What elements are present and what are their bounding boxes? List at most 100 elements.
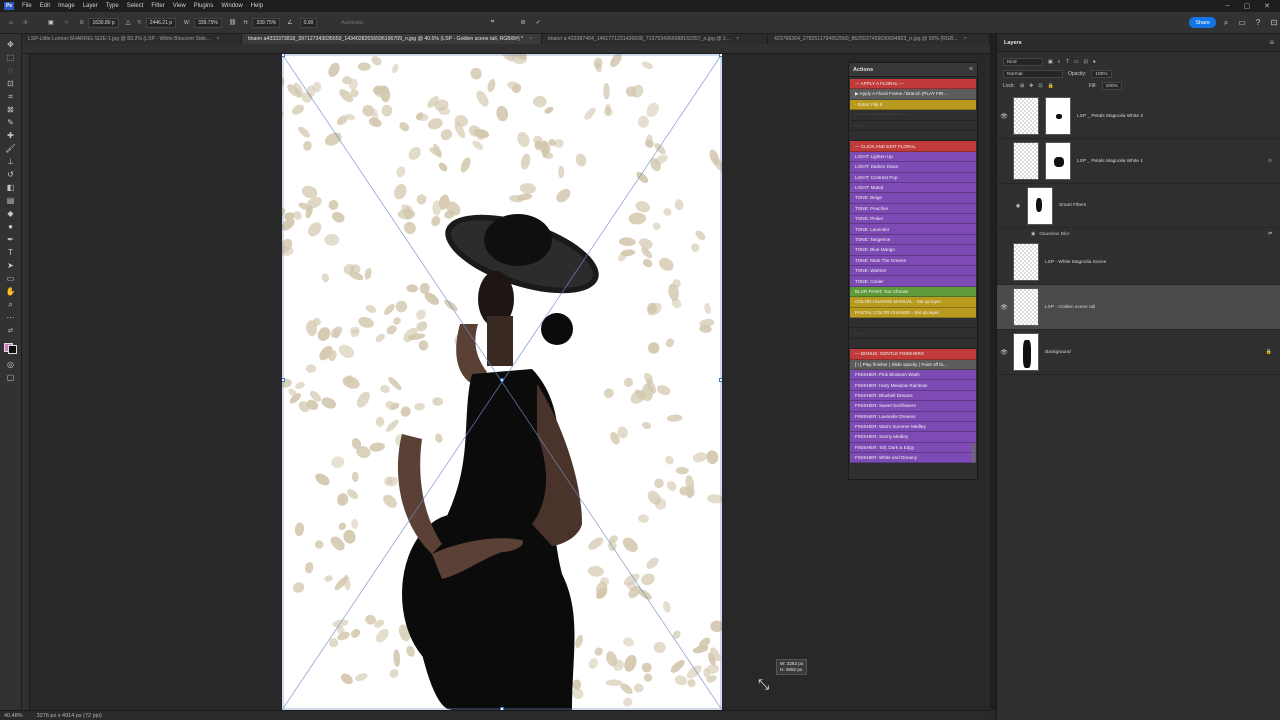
action-item[interactable]: FINISHER: Pink Blossom Wash [850,369,976,381]
fill-field[interactable]: 100% [1101,82,1122,90]
more-tools-icon[interactable]: ⋯ [5,313,17,323]
action-item[interactable]: TONE: Beige [850,193,976,204]
action-item[interactable]: - - - [850,121,976,131]
minimize-button[interactable]: – [1226,2,1230,10]
action-item[interactable]: TONE: Pinker [850,214,976,225]
close-icon[interactable]: × [736,36,739,42]
angle-field[interactable]: 0.00 [299,17,318,28]
stamp-tool-icon[interactable]: ⊥ [5,157,17,167]
action-item[interactable]: FINISHER: Hazy Meadow Rainbow [850,380,976,391]
blend-mode-dropdown[interactable]: Normal [1003,70,1063,78]
action-item[interactable] [850,318,976,329]
document-size[interactable]: 3276 px x 4914 px (72 ppi) [37,713,102,719]
panel-menu-icon[interactable]: ≡ [969,66,973,73]
history-brush-tool-icon[interactable]: ↺ [5,170,17,180]
reference-point-icon[interactable]: ⁘ [61,17,72,29]
filter-smart-icon[interactable]: ⊡ [1084,59,1088,65]
filter-eye-icon[interactable]: ◉ [1031,232,1035,237]
gaussian-blur-filter-row[interactable]: ◉ Gaussian Blur ⇌ [997,228,1280,240]
opacity-field[interactable]: 100% [1091,70,1112,78]
action-item[interactable]: FINISHER: Sunny Medley [850,432,976,443]
action-item[interactable]: TONE: Warmer [850,266,976,277]
filter-name[interactable]: Gaussian Blur [1039,232,1069,237]
action-item[interactable]: TONE: Lavender [850,224,976,235]
visibility-eye-icon[interactable]: 👁 [997,158,1011,165]
menu-type[interactable]: Type [102,3,123,9]
menu-help[interactable]: Help [247,3,267,9]
layer-row[interactable]: 👁 LSP _ Petals Magnolia White 2 [997,94,1280,139]
healing-tool-icon[interactable]: ✚ [5,131,17,141]
lasso-tool-icon[interactable]: ◌ [5,66,17,76]
document-canvas[interactable] [282,54,722,710]
blur-tool-icon[interactable]: ◆ [5,209,17,219]
maximize-button[interactable]: ▢ [1244,2,1251,10]
shape-tool-icon[interactable]: ▭ [5,274,17,284]
filter-options-icon[interactable]: ⇌ [1268,232,1272,237]
actions-scrollbar[interactable] [972,443,975,463]
triangle-icon[interactable]: △ [123,17,134,29]
layer-mask-thumbnail[interactable] [1045,97,1071,135]
action-item[interactable]: --- BONUS: GENTLE FINISHERS [850,349,976,360]
layer-kind-filter[interactable]: Kind [1003,58,1043,66]
frame-tool-icon[interactable]: ⊠ [5,105,17,115]
action-item[interactable]: - - - - - - - - - - - - - - - - - - - - [850,110,976,121]
action-item[interactable]: TONE: Tangerine [850,234,976,246]
action-item[interactable]: LIGHT: Contrast Pop [850,172,976,183]
cancel-transform-icon[interactable]: ⊘ [518,17,529,29]
quick-mask-icon[interactable]: ◎ [5,360,17,370]
smart-filters-row[interactable]: ◉ Smart Filters [997,184,1280,228]
lock-artboard-icon[interactable]: ⊡ [1038,83,1042,89]
action-item[interactable]: LIGHT: Lighten Up [850,151,976,163]
gradient-tool-icon[interactable]: ▤ [5,196,17,206]
action-item[interactable]: TONE: Peachier [850,203,976,215]
action-item[interactable]: [ ! ] Play finisher | Slide opacity | Pa… [850,359,976,370]
action-item[interactable]: TONE: Mute The Greens [850,255,976,267]
action-item[interactable]: FINISHER: Tall, Dark & Edgy [850,442,976,454]
lock-all-icon[interactable]: 🔒 [1048,83,1054,89]
zoom-tool-icon[interactable]: ⌕ [5,300,17,310]
share-button[interactable]: Share [1189,17,1216,28]
action-item[interactable]: TONE: Cooler [850,276,976,287]
interpolation-dropdown[interactable]: Automatic [341,20,363,26]
eraser-tool-icon[interactable]: ◧ [5,183,17,193]
action-item[interactable]: FINISHER: Warm Summer Medley [850,421,976,433]
move-tool-preset-icon[interactable]: ⊹ [20,17,31,29]
canvas-area[interactable] [30,54,990,710]
background-color-swatch[interactable] [8,345,17,354]
link-icon[interactable]: ⛓ [226,17,240,29]
layer-name[interactable]: Smart Filters [1059,203,1086,208]
zoom-level[interactable]: 40.48% [4,713,23,719]
menu-edit[interactable]: Edit [36,3,54,9]
menu-file[interactable]: File [18,3,36,9]
layer-row[interactable]: 👁 LSP - Golden scene tall [997,285,1280,330]
crop-tool-icon[interactable]: ⌗ [5,92,17,102]
transform-handle-middle-left[interactable] [282,378,285,382]
action-item[interactable]: PASTAL COLOR CHANGE - Set up layer [850,307,976,318]
search-icon[interactable]: ⌕ [1220,18,1232,28]
menu-window[interactable]: Window [217,3,246,9]
visibility-eye-icon[interactable]: 👁 [997,113,1011,120]
visibility-eye-icon[interactable]: 👁 [997,259,1011,266]
layer-name[interactable]: LSP - Golden scene tall [1045,305,1095,310]
horizontal-ruler[interactable] [22,44,990,54]
filter-shape-icon[interactable]: ▭ [1074,59,1079,65]
action-item[interactable]: ▶ Apply A Floral Frame / Branch (PLAY FI… [850,89,976,100]
visibility-eye-icon[interactable]: 👁 [997,304,1011,311]
action-item[interactable]: TONE: Blue Mango [850,245,976,256]
layer-name[interactable]: LSP _ Petals Magnolia White 1 [1077,159,1143,164]
action-item[interactable]: BLUR PAINT: You Choose [850,286,976,298]
eyedropper-tool-icon[interactable]: ✎ [5,118,17,128]
close-icon[interactable]: × [216,36,219,42]
marquee-tool-icon[interactable]: ⬚ [5,53,17,63]
menu-select[interactable]: Select [123,3,148,9]
layer-name[interactable]: LSP _ Petals Magnolia White 2 [1077,114,1143,119]
transform-handle-middle-right[interactable] [719,378,722,382]
checkbox-icon[interactable]: ▣ [45,17,57,29]
transform-handle-top-left[interactable] [282,54,285,57]
filter-adjustment-icon[interactable]: ◐ [1058,59,1061,65]
tab-document-1[interactable]: LSP-Little Lemon-SHARING SIZE-1.jpg @ 83… [22,34,242,44]
action-item[interactable]: --- APPLY A FLORAL --- [850,79,976,90]
commit-transform-icon[interactable]: ✓ [533,17,544,29]
photoshop-logo[interactable]: Ps [4,2,14,10]
home-icon[interactable]: ⌂ [6,17,16,29]
